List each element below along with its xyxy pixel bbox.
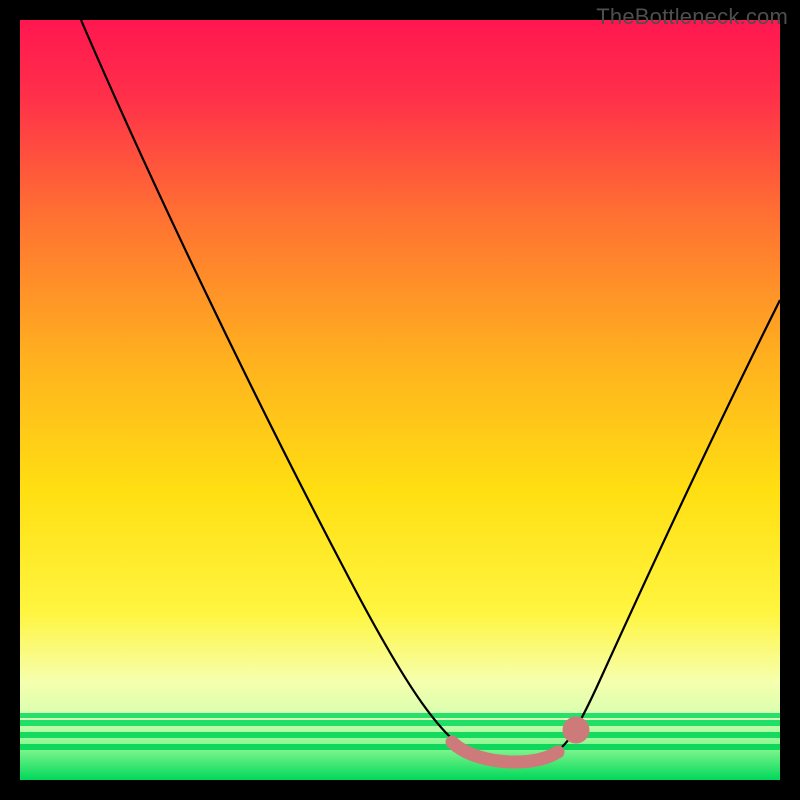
- watermark-text: TheBottleneck.com: [596, 4, 788, 30]
- chart-frame: [20, 20, 780, 780]
- sweet-spot-highlight: [452, 723, 583, 762]
- curve-path: [81, 20, 780, 761]
- bottleneck-curve: [20, 20, 780, 780]
